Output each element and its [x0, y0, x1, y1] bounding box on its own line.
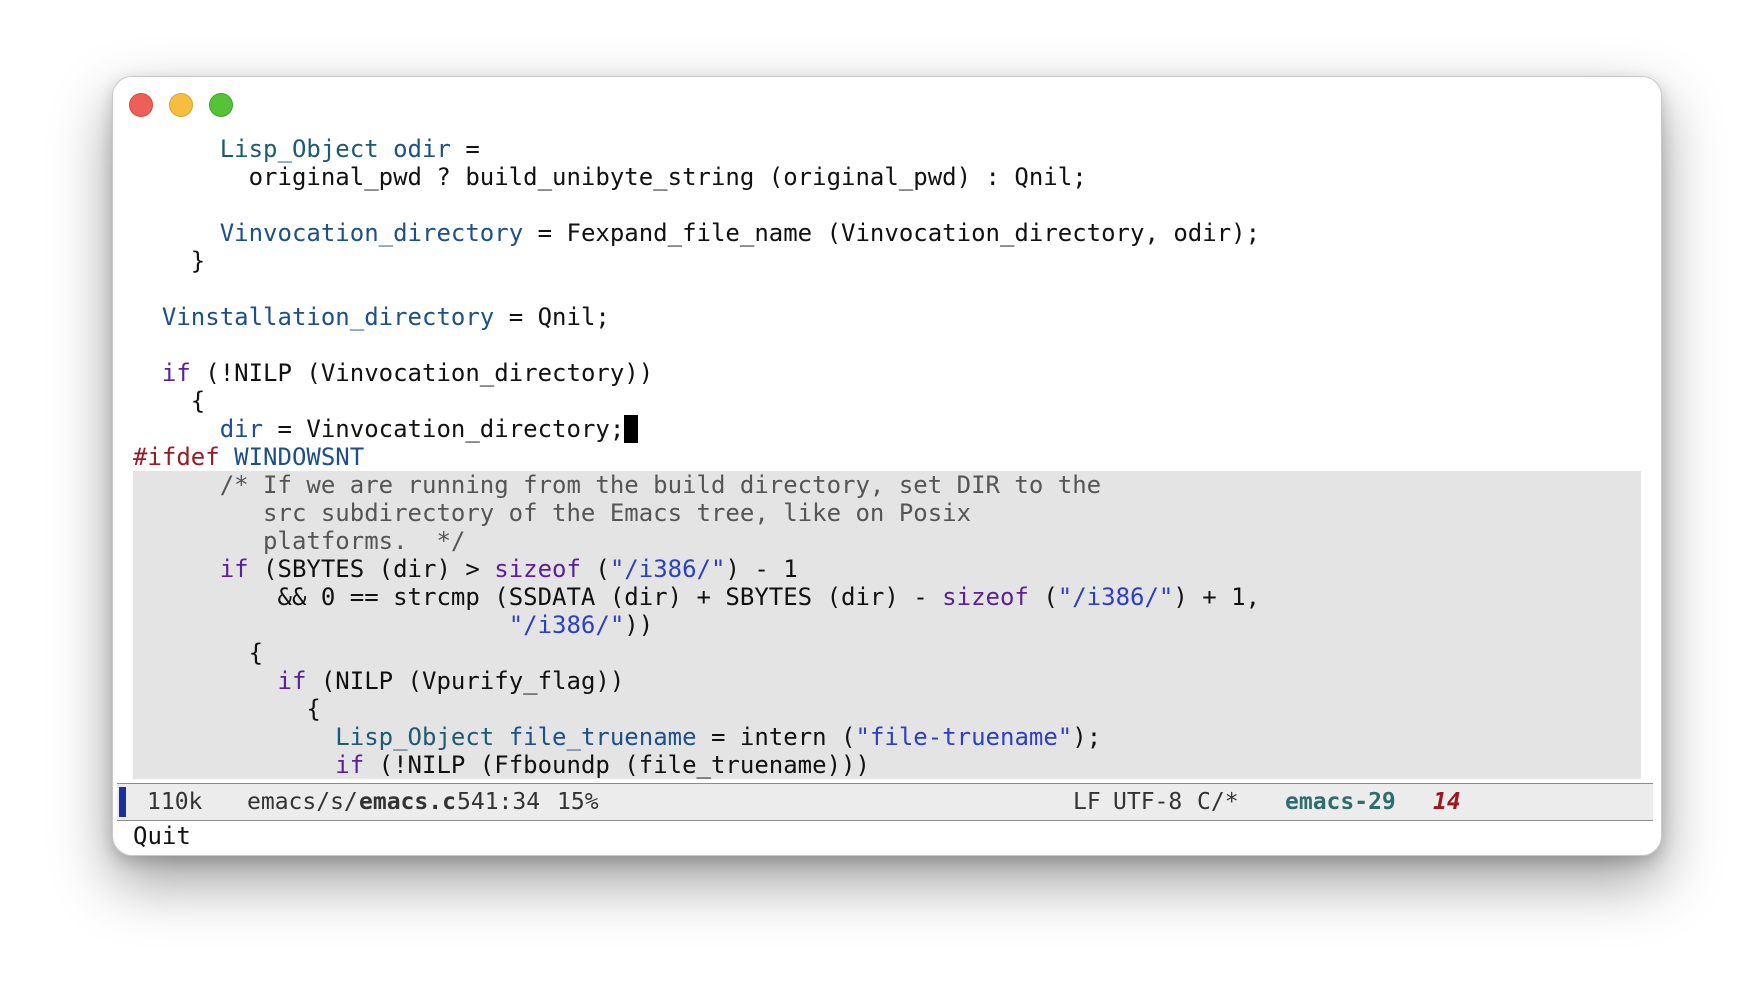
code-token-kw: if [335, 751, 365, 779]
code-token-var: file_truename [508, 723, 697, 751]
code-line[interactable]: && 0 == strcmp (SSDATA (dir) + SBYTES (d… [133, 583, 1641, 611]
code-token-var: odir [393, 137, 451, 163]
code-token-var: Vinvocation_directory [219, 219, 524, 247]
code-token-type: Lisp_Object [335, 723, 495, 751]
code-token-str: "file-truename" [855, 723, 1073, 751]
code-token-kw: sizeof [942, 583, 1029, 611]
code-token: = Vinvocation_directory; [263, 415, 625, 443]
code-token: ( [1028, 583, 1058, 611]
code-token-var: dir [219, 415, 264, 443]
code-line[interactable]: if (!NILP (Vinvocation_directory)) [133, 359, 1641, 387]
code-line[interactable]: Lisp_Object file_truename = intern ("fil… [133, 723, 1641, 751]
code-token-kw: if [161, 359, 191, 387]
code-token-pre: #ifdef [133, 443, 220, 471]
code-token: )) [624, 611, 654, 639]
code-line[interactable]: src subdirectory of the Emacs tree, like… [133, 499, 1641, 527]
code-token-kw: if [277, 667, 307, 695]
code-line[interactable]: { [133, 387, 1641, 415]
encoding-indicator[interactable]: UTF-8 [1113, 784, 1182, 820]
minimize-button[interactable] [169, 93, 193, 117]
code-token: = Fexpand_file_name (Vinvocation_directo… [523, 219, 1261, 247]
code-line[interactable]: original_pwd ? build_unibyte_string (ori… [133, 163, 1641, 191]
buffer-name[interactable]: emacs.c [359, 784, 456, 820]
code-line[interactable] [133, 331, 1641, 359]
code-line[interactable] [133, 191, 1641, 219]
code-token: (SBYTES (dir) > [248, 555, 495, 583]
code-token: { [190, 387, 206, 415]
emacs-window: Lisp_Object odir = original_pwd ? build_… [112, 76, 1662, 856]
code-token: ) - 1 [725, 555, 798, 583]
code-line[interactable]: { [133, 639, 1641, 667]
buffer-path[interactable]: emacs/s/ [247, 784, 358, 820]
code-token: ) + 1, [1173, 583, 1261, 611]
mode-line: 110k C emacs/s/ emacs.c 541:34 15% LF UT… [117, 783, 1653, 821]
code-token-var: Vinstallation_directory [161, 303, 495, 331]
code-token: { [248, 639, 264, 667]
code-token: = intern ( [696, 723, 856, 751]
code-line[interactable]: if (!NILP (Ffboundp (file_truename))) [133, 751, 1641, 779]
code-line[interactable]: Vinstallation_directory = Qnil; [133, 303, 1641, 331]
code-token: && 0 == strcmp (SSDATA (dir) + SBYTES (d… [277, 583, 943, 611]
code-line[interactable]: { [133, 695, 1641, 723]
code-token-var: WINDOWSNT [234, 443, 365, 471]
title-bar [113, 77, 1661, 137]
code-token-comment: src subdirectory of the Emacs tree, like… [263, 499, 972, 527]
code-line[interactable]: if (NILP (Vpurify_flag)) [133, 667, 1641, 695]
code-line[interactable]: dir = Vinvocation_directory; [133, 415, 1641, 443]
code-token: (NILP (Vpurify_flag)) [306, 667, 625, 695]
code-line[interactable] [133, 275, 1641, 303]
code-line[interactable]: platforms. */ [133, 527, 1641, 555]
code-line[interactable]: if (SBYTES (dir) > sizeof ("/i386/") - 1 [133, 555, 1641, 583]
code-token: (!NILP (Vinvocation_directory)) [190, 359, 654, 387]
code-editor[interactable]: Lisp_Object odir = original_pwd ? build_… [133, 137, 1641, 783]
echo-area: Quit [133, 822, 191, 850]
code-token: = [450, 137, 480, 163]
cursor-position: 541:34 [457, 789, 541, 815]
code-token-kw: if [219, 555, 249, 583]
code-token: } [190, 247, 206, 275]
eol-indicator[interactable]: LF [1073, 784, 1101, 820]
code-token-type: Lisp_Object [219, 137, 379, 163]
code-token-comment: /* If we are running from the build dire… [219, 471, 1102, 499]
close-button[interactable] [129, 93, 153, 117]
vc-branch[interactable]: emacs-29 [1285, 784, 1396, 820]
code-line[interactable]: Lisp_Object odir = [133, 137, 1641, 163]
code-line[interactable]: #ifdef WINDOWSNT [133, 443, 1641, 471]
code-token: (!NILP (Ffboundp (file_truename))) [364, 751, 870, 779]
code-token-str: "/i386/" [508, 611, 625, 639]
code-token-str: "/i386/" [609, 555, 726, 583]
major-mode[interactable]: C/* [1197, 784, 1239, 820]
code-token: ( [580, 555, 610, 583]
buffer-size: 110k [147, 789, 203, 815]
code-token: { [306, 695, 321, 723]
code-token-str: "/i386/" [1057, 583, 1174, 611]
code-token: original_pwd ? build_unibyte_string (ori… [248, 163, 1087, 191]
buffer-percent: 15% [557, 789, 599, 815]
code-token: = Qnil; [494, 303, 610, 331]
code-line[interactable]: "/i386/")) [133, 611, 1641, 639]
code-line[interactable]: Vinvocation_directory = Fexpand_file_nam… [133, 219, 1641, 247]
code-token: ); [1072, 723, 1102, 751]
code-line[interactable]: } [133, 247, 1641, 275]
code-token-comment: platforms. */ [263, 527, 466, 555]
code-token-kw: sizeof [494, 555, 581, 583]
maximize-button[interactable] [209, 93, 233, 117]
text-cursor [624, 415, 639, 443]
active-window-indicator [119, 787, 126, 817]
code-line[interactable]: /* If we are running from the build dire… [133, 471, 1641, 499]
error-count[interactable]: 14 [1433, 784, 1461, 820]
